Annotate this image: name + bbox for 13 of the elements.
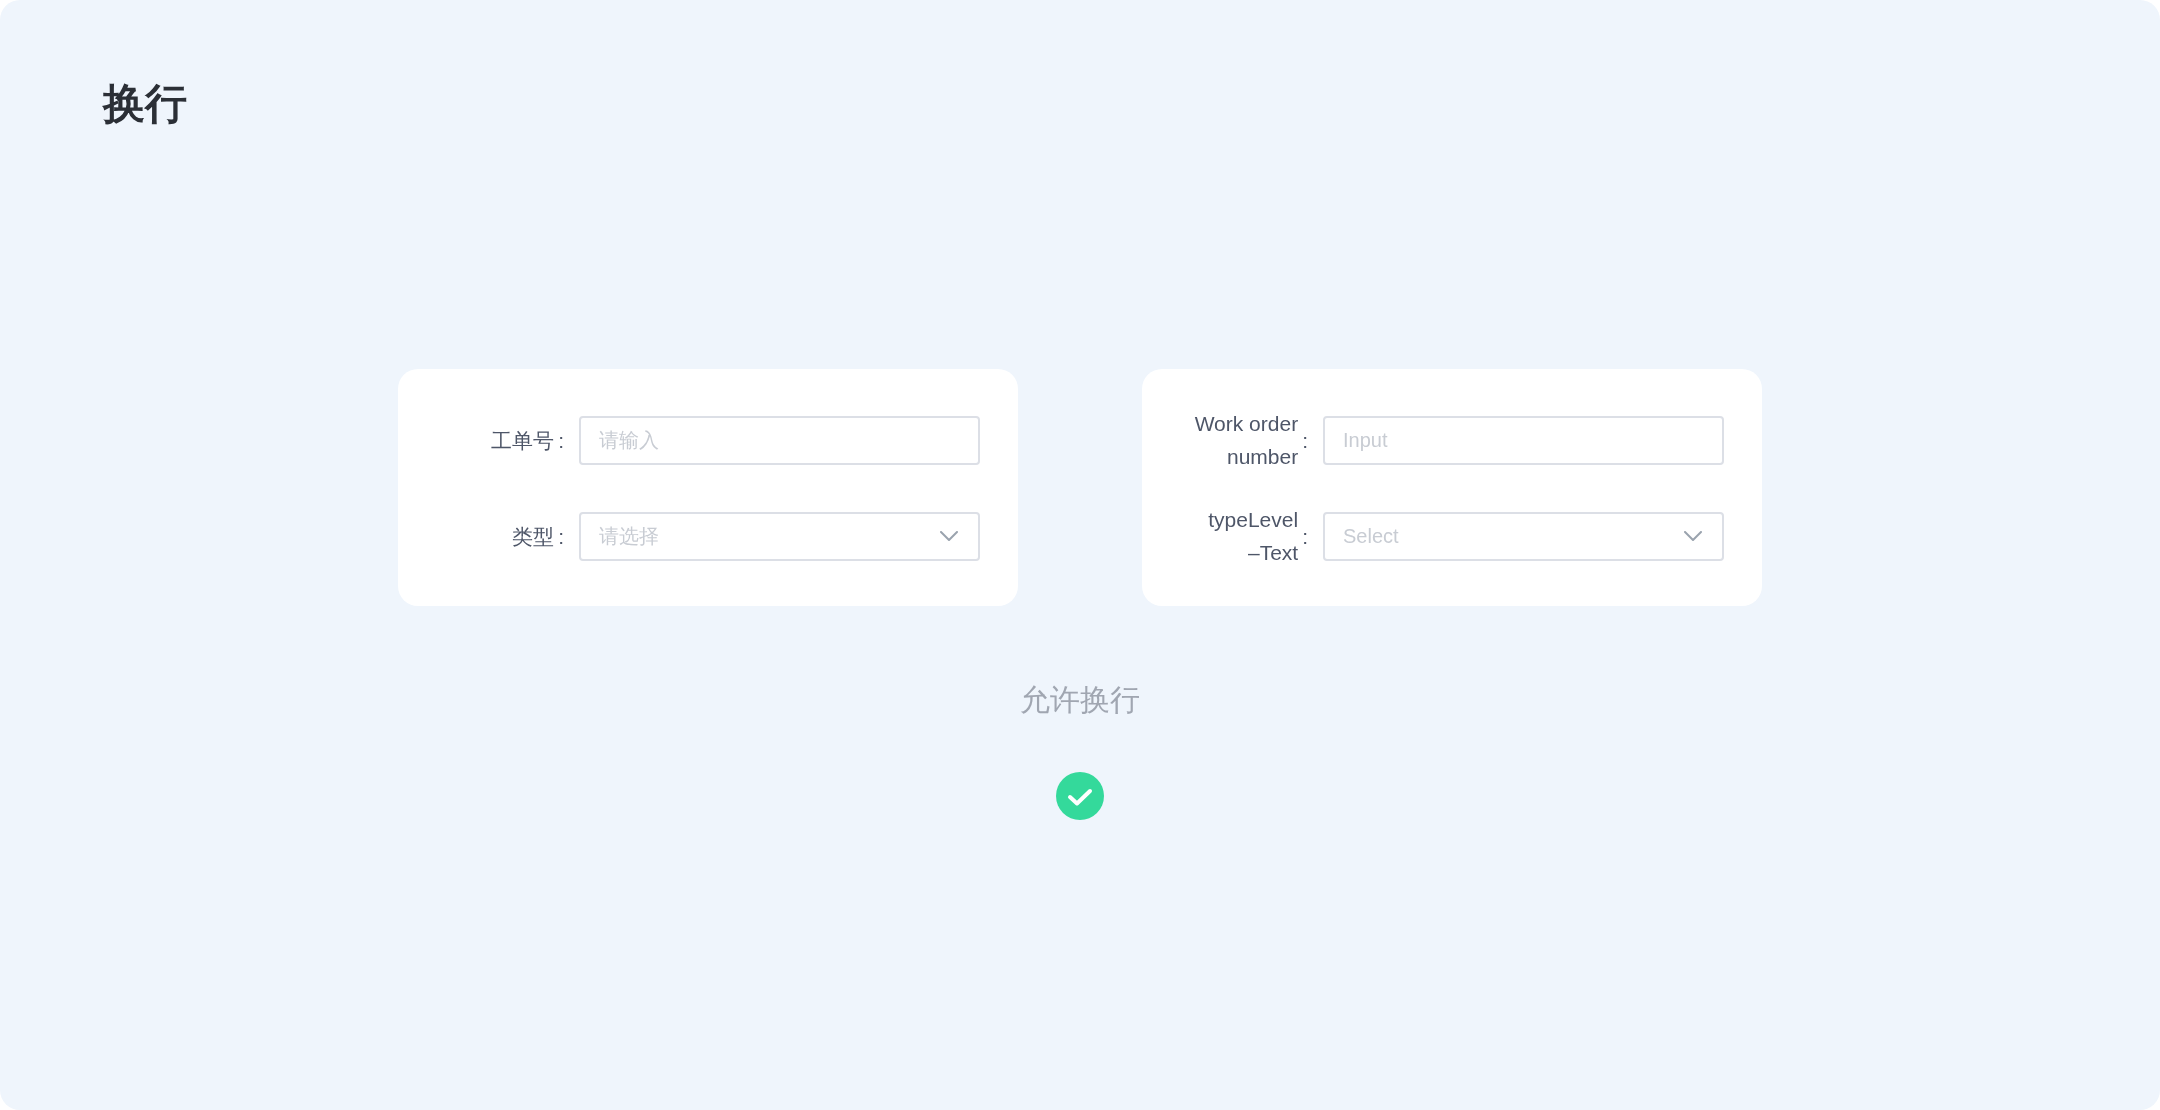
check-circle-icon[interactable]: [1056, 772, 1104, 820]
label-colon: :: [1302, 523, 1308, 550]
page-title: 换行: [103, 79, 187, 129]
field-label: Work order number: [1193, 411, 1299, 470]
label-colon: :: [558, 427, 564, 454]
chevron-down-icon: [940, 531, 958, 541]
field-label: typeLevel –Text: [1208, 507, 1299, 566]
field-label: 工单号: [491, 427, 555, 454]
field-label: 类型: [512, 523, 555, 550]
label-colon: :: [558, 523, 564, 550]
option-label: 允许换行: [1020, 682, 1140, 718]
label-colon: :: [1302, 427, 1308, 454]
chevron-down-icon: [1684, 531, 1702, 541]
